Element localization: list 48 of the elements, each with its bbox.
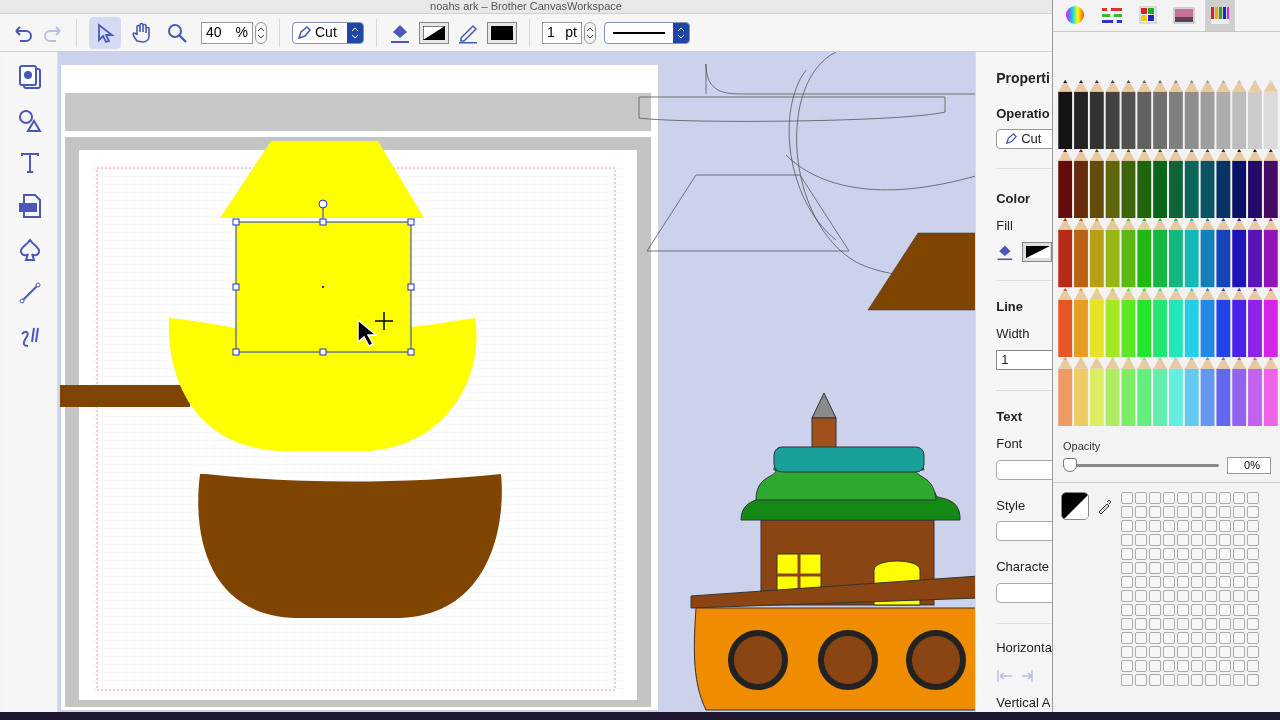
pencils-drawing[interactable] [1055, 80, 1280, 426]
field-label: Fill [996, 217, 1014, 235]
swatch-grid[interactable] [1121, 491, 1259, 686]
line-width-field[interactable]: 1 pt [542, 21, 582, 44]
font-field[interactable] [996, 459, 1052, 480]
field-label: Width [996, 325, 1031, 343]
pencil-icon [297, 25, 311, 40]
chevrons-icon [586, 25, 594, 40]
text-icon[interactable] [20, 152, 41, 174]
window-title: noahs ark – Brother CanvasWorkspace [430, 0, 622, 13]
field-label: Style [996, 496, 1027, 515]
field-label: Characte [996, 558, 1050, 576]
chevrons-icon [257, 25, 265, 40]
svg-file-icon[interactable] [18, 193, 43, 219]
pencils-icon[interactable] [1205, 0, 1235, 31]
opacity-slider[interactable] [1063, 457, 1219, 473]
fill-color-well[interactable] [419, 21, 449, 44]
operation-button[interactable]: Cut [996, 128, 1052, 149]
field-label: Vertical A [996, 694, 1052, 712]
eyedropper-icon[interactable] [1097, 497, 1113, 514]
chevrons-icon [351, 25, 359, 40]
opacity-field[interactable]: 0% [1227, 456, 1271, 474]
line-color-well[interactable] [487, 21, 517, 44]
character-field[interactable] [996, 582, 1052, 603]
chevrons-icon [677, 25, 685, 40]
field-label: Horizonta [996, 638, 1052, 657]
pencil-icon [1005, 132, 1018, 145]
section-heading: Color [996, 189, 1032, 208]
line-style-dropdown[interactable] [604, 21, 690, 44]
section-heading: Operatio [996, 105, 1051, 123]
fill-color-well[interactable] [1022, 241, 1052, 262]
width-field[interactable]: 1 [996, 349, 1052, 370]
spade-shape-icon[interactable] [18, 238, 43, 262]
section-heading: Line [996, 297, 1024, 316]
operation-dropdown[interactable]: Cut [292, 21, 364, 44]
field-label: Font [996, 435, 1024, 453]
mouse-pointer-icon [357, 311, 394, 347]
pages-icon[interactable] [18, 64, 43, 90]
selection-box[interactable] [232, 199, 415, 356]
style-field[interactable] [996, 521, 1052, 541]
panel-title: Properti [996, 69, 1051, 88]
shapes-icon[interactable] [18, 109, 43, 133]
current-color-swatch[interactable] [1061, 491, 1089, 520]
zoom-field[interactable]: 40 % [201, 21, 253, 44]
arrow-cursor-icon[interactable] [89, 16, 121, 49]
line-tool-icon[interactable] [18, 281, 43, 305]
section-heading: Text [996, 407, 1023, 426]
field-label: Opacity [1063, 439, 1102, 454]
